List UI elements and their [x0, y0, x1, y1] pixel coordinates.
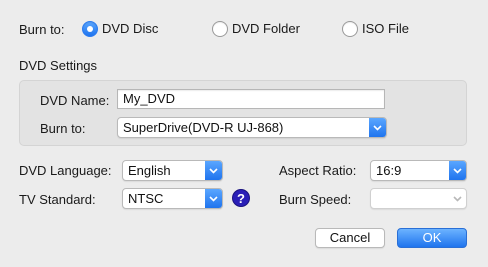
tv-standard-select[interactable]: NTSC — [122, 188, 223, 209]
radio-dvd-disc-indicator — [82, 21, 98, 37]
dvd-name-label: DVD Name: — [40, 93, 110, 108]
radio-iso-file-label: ISO File — [362, 21, 409, 36]
chevron-down-icon — [205, 161, 222, 180]
radio-dvd-folder-indicator — [212, 21, 228, 37]
radio-dvd-disc[interactable]: DVD Disc — [82, 21, 158, 37]
chevron-down-icon — [369, 118, 386, 137]
radio-dvd-folder[interactable]: DVD Folder — [212, 21, 300, 37]
tv-standard-label: TV Standard: — [19, 192, 96, 207]
chevron-down-icon — [449, 161, 466, 180]
dvd-language-value: English — [128, 162, 171, 178]
dvd-language-select[interactable]: English — [122, 160, 223, 181]
radio-dvd-folder-label: DVD Folder — [232, 21, 300, 36]
chevron-down-icon — [449, 189, 466, 208]
dvd-settings-heading: DVD Settings — [19, 58, 98, 73]
radio-iso-file[interactable]: ISO File — [342, 21, 409, 37]
dvd-burn-to-label: Burn to: — [40, 121, 86, 136]
burn-device-value: SuperDrive(DVD-R UJ-868) — [123, 119, 284, 135]
burn-speed-label: Burn Speed: — [279, 192, 352, 207]
radio-iso-file-indicator — [342, 21, 358, 37]
cancel-button[interactable]: Cancel — [315, 228, 385, 248]
burn-to-label: Burn to: — [19, 22, 65, 37]
ok-button[interactable]: OK — [397, 228, 467, 248]
aspect-ratio-value: 16:9 — [376, 162, 402, 178]
tv-standard-value: NTSC — [128, 190, 164, 206]
aspect-ratio-select[interactable]: 16:9 — [370, 160, 467, 181]
dvd-language-label: DVD Language: — [19, 163, 112, 178]
help-icon[interactable]: ? — [232, 189, 250, 207]
radio-dvd-disc-label: DVD Disc — [102, 21, 159, 36]
chevron-down-icon — [205, 189, 222, 208]
burn-speed-select — [370, 188, 467, 209]
aspect-ratio-label: Aspect Ratio: — [279, 163, 357, 178]
dvd-name-input[interactable]: My_DVD — [117, 89, 385, 109]
burn-device-select[interactable]: SuperDrive(DVD-R UJ-868) — [117, 117, 387, 138]
